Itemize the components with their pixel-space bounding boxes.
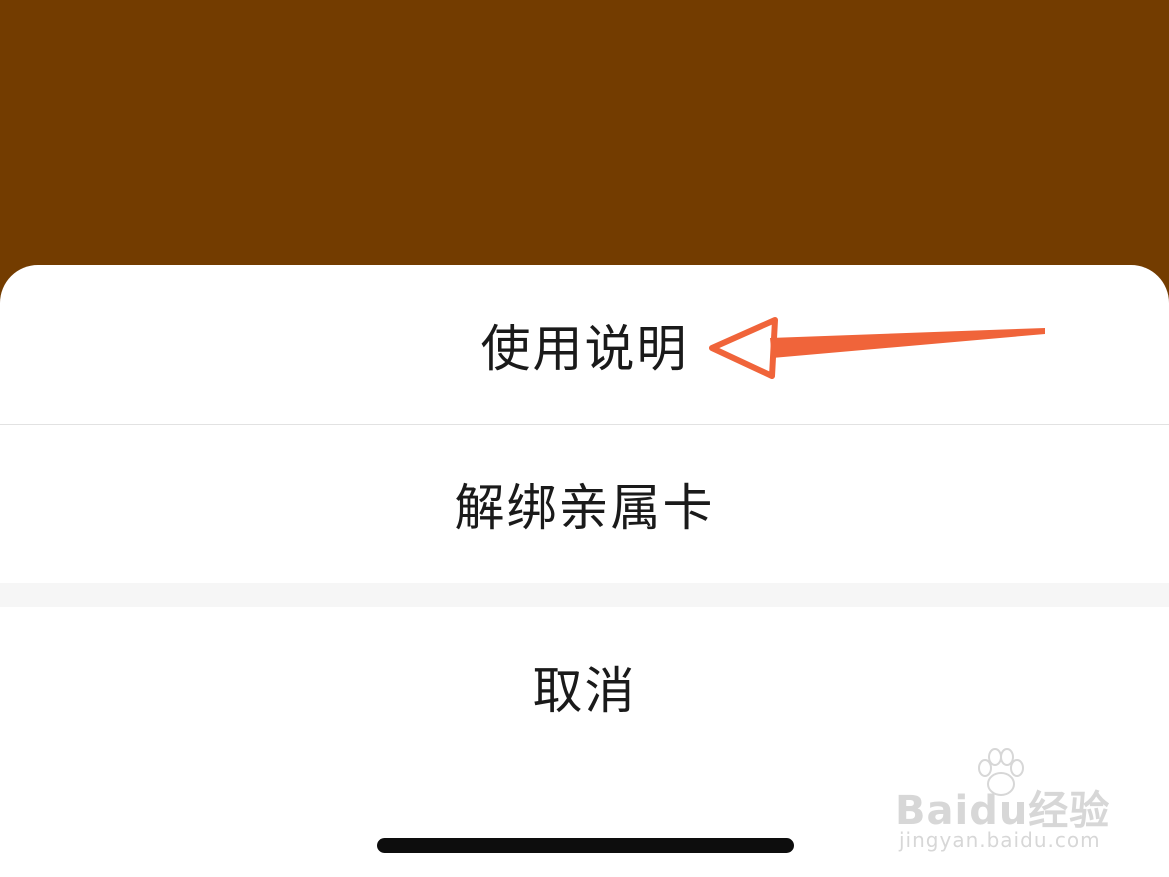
cancel-label: 取消: [532, 662, 637, 720]
unbind-family-card-label: 解绑亲属卡: [454, 479, 715, 537]
baidu-jingyan-watermark: Baidu经验 jingyan.baidu.com: [895, 748, 1125, 858]
page-backdrop[interactable]: [0, 0, 1169, 265]
home-indicator[interactable]: [377, 838, 794, 853]
cancel-separator: [0, 583, 1169, 607]
watermark-url: jingyan.baidu.com: [899, 828, 1101, 852]
arrow-left-icon: [709, 317, 1045, 379]
usage-instructions-label: 使用说明: [480, 319, 689, 378]
unbind-family-card-option[interactable]: 解绑亲属卡: [0, 425, 1169, 583]
cancel-button[interactable]: 取消: [0, 607, 1169, 767]
